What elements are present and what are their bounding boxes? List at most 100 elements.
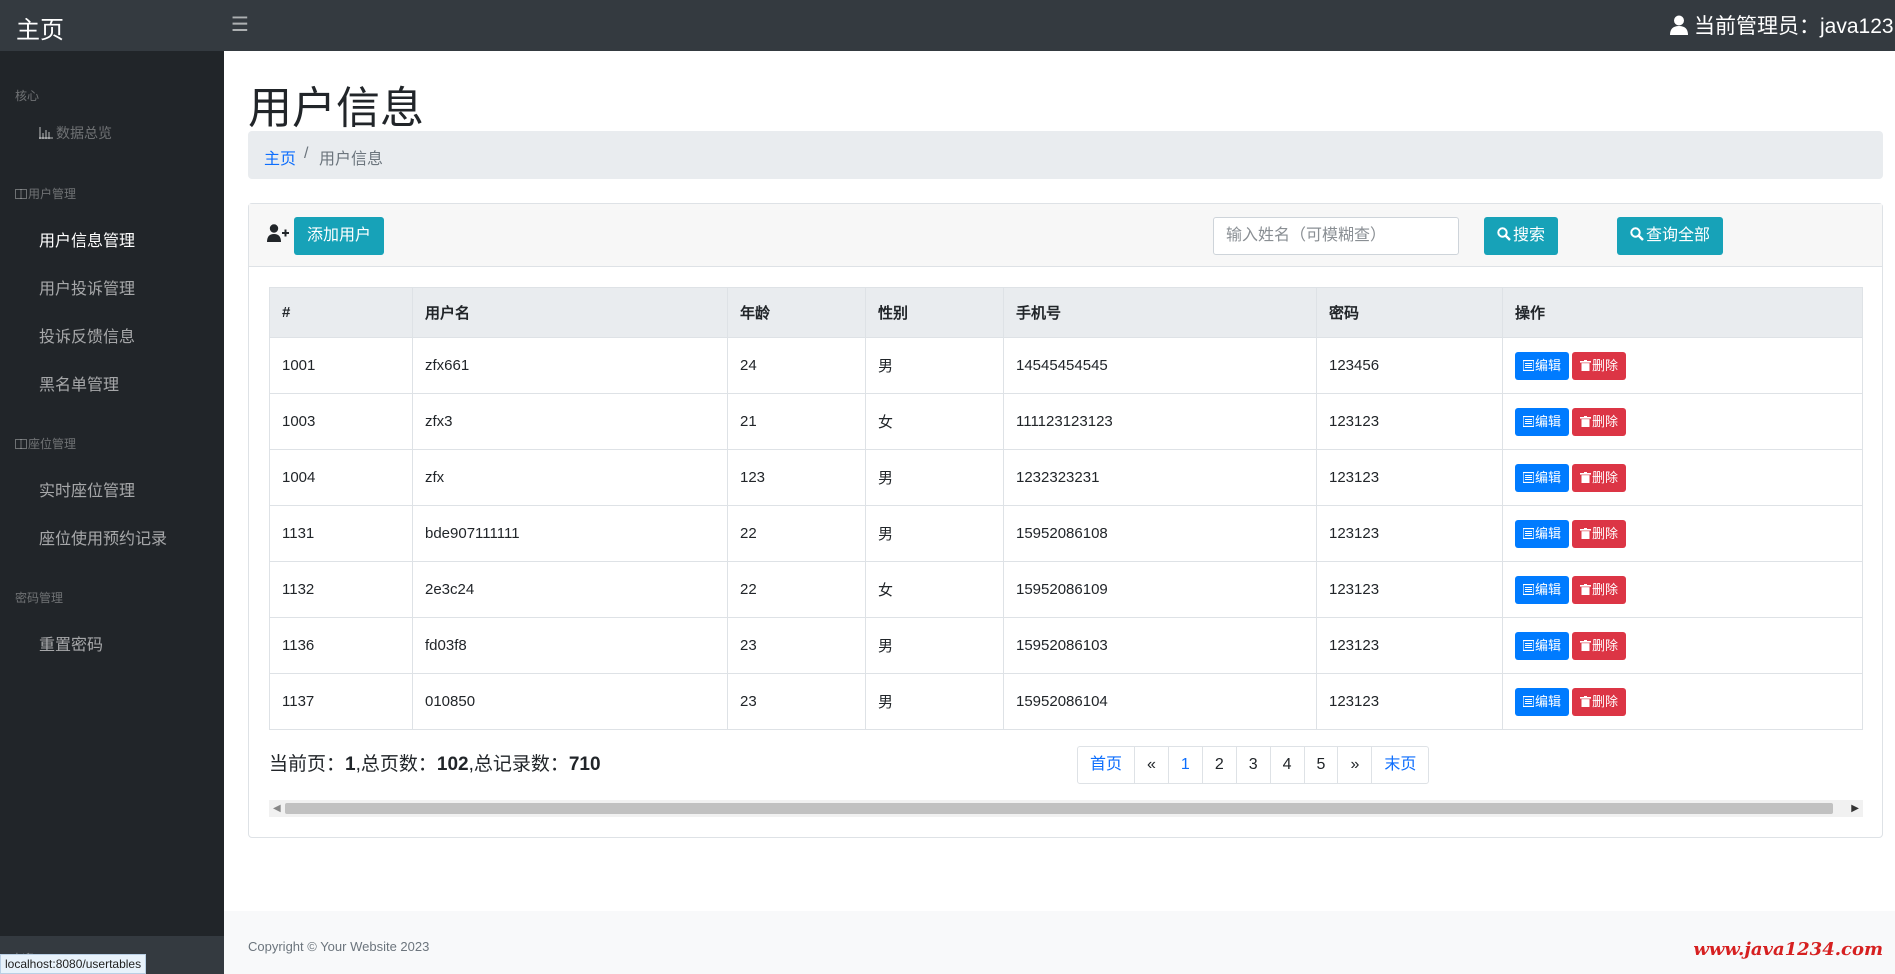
current-page: 1 [345, 754, 356, 775]
delete-button[interactable]: 删除 [1572, 687, 1627, 716]
breadcrumb-current: 用户信息 [319, 151, 384, 168]
list-icon [1522, 583, 1535, 595]
page-link-5[interactable]: 5 [1303, 747, 1338, 783]
columns-icon [15, 439, 27, 449]
col-header-id: # [269, 287, 413, 338]
trash-icon [1580, 415, 1592, 427]
edit-button[interactable]: 编辑 [1515, 407, 1570, 436]
cell-actions: 编辑 删除 [1502, 561, 1863, 618]
table-row: 1003 zfx3 21 女 111123123123 123123 编辑 删除 [269, 393, 1863, 450]
sidebar-heading-user: 用户管理 [15, 185, 76, 202]
col-header-age: 年龄 [727, 287, 866, 338]
list-icon [1522, 695, 1535, 707]
col-header-phone: 手机号 [1003, 287, 1317, 338]
sidebar-item-realtime-seat[interactable]: 实时座位管理 [39, 477, 135, 501]
search-button[interactable]: 搜索 [1484, 217, 1558, 255]
search-name-input[interactable] [1213, 217, 1459, 255]
sidebar-item-seat-reservation[interactable]: 座位使用预约记录 [39, 525, 167, 549]
copyright-text: Copyright © Your Website 2023 [248, 939, 430, 954]
add-user-button[interactable]: 添加用户 [294, 217, 384, 255]
cell-id: 1132 [269, 561, 413, 618]
query-all-button[interactable]: 查询全部 [1617, 217, 1723, 255]
cell-phone: 15952086109 [1003, 561, 1317, 618]
cell-id: 1131 [269, 505, 413, 562]
edit-button[interactable]: 编辑 [1515, 575, 1570, 604]
cell-gender: 男 [865, 505, 1004, 562]
delete-button[interactable]: 删除 [1572, 407, 1627, 436]
cell-actions: 编辑 删除 [1502, 449, 1863, 506]
list-icon [1522, 415, 1535, 427]
admin-label: 当前管理员： [1694, 15, 1820, 38]
cell-password: 123123 [1316, 449, 1503, 506]
edit-button[interactable]: 编辑 [1515, 519, 1570, 548]
table-row: 1004 zfx 123 男 1232323231 123123 编辑 删除 [269, 449, 1863, 506]
col-header-username: 用户名 [412, 287, 728, 338]
sidebar: 核心 数据总览 用户管理 用户信息管理 用户投诉管理 投诉反馈信息 黑名单管理 … [0, 51, 224, 974]
user-table-card: 添加用户 搜索 查询全部 # 用户名 年龄 性别 手机号 密码 操作 1001z… [248, 203, 1883, 838]
next-page-link[interactable]: » [1337, 747, 1371, 783]
delete-button[interactable]: 删除 [1572, 519, 1627, 548]
cell-phone: 15952086103 [1003, 617, 1317, 674]
trash-icon [1580, 471, 1592, 483]
scroll-right-icon[interactable]: ▶ [1851, 803, 1859, 814]
cell-password: 123123 [1316, 505, 1503, 562]
cell-age: 123 [727, 449, 866, 506]
total-pages: 102 [436, 754, 469, 775]
page-link-1[interactable]: 1 [1167, 747, 1202, 783]
edit-button[interactable]: 编辑 [1515, 687, 1570, 716]
cell-username: zfx3 [412, 393, 728, 450]
edit-button[interactable]: 编辑 [1515, 351, 1570, 380]
chart-icon [39, 127, 53, 139]
cell-actions: 编辑 删除 [1502, 393, 1863, 450]
list-icon [1522, 639, 1535, 651]
cell-password: 123123 [1316, 617, 1503, 674]
cell-age: 23 [727, 617, 866, 674]
trash-icon [1580, 583, 1592, 595]
sidebar-item-reset-password[interactable]: 重置密码 [39, 631, 103, 655]
first-page-link[interactable]: 首页 [1078, 747, 1134, 783]
sidebar-item-user-info[interactable]: 用户信息管理 [39, 227, 135, 251]
cell-id: 1004 [269, 449, 413, 506]
trash-icon [1580, 695, 1592, 707]
cell-gender: 女 [865, 561, 1004, 618]
table-row: 1131 bde907111111 22 男 15952086108 123123 编辑 删除 [269, 505, 1863, 562]
prev-page-link[interactable]: « [1134, 747, 1168, 783]
breadcrumb-home-link[interactable]: 主页 [264, 145, 296, 169]
cell-password: 123123 [1316, 393, 1503, 450]
menu-toggle-icon[interactable]: ☰ [231, 12, 249, 37]
delete-button[interactable]: 删除 [1572, 631, 1627, 660]
brand-home-link[interactable]: 主页 [16, 10, 64, 45]
sidebar-item-overview[interactable]: 数据总览 [39, 123, 112, 143]
page-footer: Copyright © Your Website 2023 www.java12… [224, 911, 1895, 974]
sidebar-item-blacklist[interactable]: 黑名单管理 [39, 371, 119, 395]
cell-actions: 编辑 删除 [1502, 617, 1863, 674]
user-icon [1670, 15, 1688, 35]
sidebar-item-complaints[interactable]: 用户投诉管理 [39, 275, 135, 299]
table-row: 1137 010850 23 男 15952086104 123123 编辑 删除 [269, 673, 1863, 730]
cell-gender: 女 [865, 393, 1004, 450]
cell-password: 123456 [1316, 337, 1503, 394]
card-header-toolbar: 添加用户 搜索 查询全部 [249, 204, 1882, 267]
delete-button[interactable]: 删除 [1572, 463, 1627, 492]
delete-button[interactable]: 删除 [1572, 351, 1627, 380]
scroll-left-icon[interactable]: ◀ [273, 803, 281, 814]
cell-username: fd03f8 [412, 617, 728, 674]
page-link-3[interactable]: 3 [1235, 747, 1270, 783]
breadcrumb-separator: / [304, 145, 309, 162]
cell-id: 1001 [269, 337, 413, 394]
page-link-2[interactable]: 2 [1201, 747, 1236, 783]
admin-info[interactable]: 当前管理员：java123 [1670, 10, 1895, 40]
status-url-tooltip: localhost:8080/usertables [0, 954, 147, 974]
page-title: 用户信息 [248, 84, 424, 133]
edit-button[interactable]: 编辑 [1515, 463, 1570, 492]
sidebar-item-feedback[interactable]: 投诉反馈信息 [39, 323, 135, 347]
scrollbar-thumb[interactable] [285, 803, 1833, 814]
delete-button[interactable]: 删除 [1572, 575, 1627, 604]
edit-button[interactable]: 编辑 [1515, 631, 1570, 660]
page-link-4[interactable]: 4 [1269, 747, 1304, 783]
cell-actions: 编辑 删除 [1502, 337, 1863, 394]
last-page-link[interactable]: 末页 [1371, 747, 1428, 783]
horizontal-scrollbar[interactable]: ◀ ▶ [269, 800, 1863, 817]
cell-username: 010850 [412, 673, 728, 730]
cell-age: 22 [727, 505, 866, 562]
